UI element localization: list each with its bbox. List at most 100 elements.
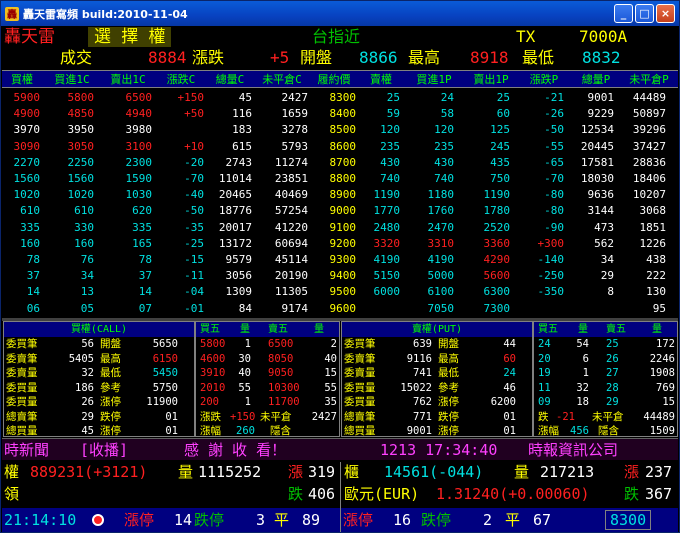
limit-down-label: 跌停 <box>194 511 225 529</box>
table-row[interactable]: 37 34 37 -11 3056 20190 9400 5150 5000 5600 -250 29… <box>2 267 678 285</box>
table-row[interactable]: 1020 1020 1030 -40 20465 40469 8900 1190 1180 119… <box>2 186 678 204</box>
table-row[interactable]: 3090 3050 3100 +10 615 5793 8600 235 235 245 -55 20… <box>2 138 678 156</box>
book-cell: 15 <box>662 396 675 408</box>
table-cell: 2470 <box>427 220 455 234</box>
table-cell: 2520 <box>483 220 511 234</box>
column-header[interactable]: 賣出1C <box>100 72 156 87</box>
stat-value: 26 <box>81 396 94 408</box>
book-cell: 4600 <box>200 352 226 365</box>
table-cell: 28836 <box>632 155 666 169</box>
table-row[interactable]: 1560 1560 1590 -70 11014 23851 8800 740 740 750 -7… <box>2 170 678 188</box>
maximize-button[interactable]: □ <box>635 4 654 23</box>
stat-label: 漲停 <box>438 396 459 408</box>
stat-value: 29 <box>81 410 94 423</box>
stat-label: 跌停 <box>438 410 459 423</box>
table-row[interactable]: 14 13 14 -04 1309 11305 9500 6000 6100 6300 -350 8 1… <box>2 283 678 301</box>
table-cell: -250 <box>537 269 565 283</box>
title-bar[interactable]: 轟 轟天雷寫頻 build:2010-11-04 _ □ × <box>1 1 679 26</box>
book-cell: 25 <box>606 338 619 350</box>
table-row[interactable]: 610 610 620 -50 18776 57254 9000 1770 1760 1780 -8… <box>2 202 678 220</box>
news-tag[interactable]: [收播] <box>80 439 128 461</box>
otc-down-count: 367 <box>645 485 673 503</box>
open-value: 8866 <box>359 48 398 67</box>
table-row[interactable]: 5900 5800 6500 +150 45 2427 8300 25 24 25 -21 9001 4… <box>2 89 678 107</box>
table-cell: 57254 <box>274 204 308 218</box>
stat-label: 委買量 <box>6 381 38 394</box>
column-header[interactable]: 未平倉C <box>256 72 308 87</box>
table-cell: -15 <box>184 253 204 266</box>
table-row[interactable]: 78 76 78 -15 9579 45114 9300 4190 4190 4290 -140 34… <box>2 251 678 269</box>
table-cell: 1020 <box>67 188 95 202</box>
table-cell: 95 <box>652 301 666 315</box>
column-header[interactable]: 總量C <box>208 72 252 87</box>
option-chain-table: 5900 5800 6500 +150 45 2427 8300 25 24 25 -21 9001 4… <box>2 89 678 317</box>
column-header[interactable]: 買進1C <box>46 72 98 87</box>
stat-row: 總買量 9001 漲停 01 <box>342 424 532 439</box>
stat-value: 01 <box>503 410 516 423</box>
book-row[interactable]: 19 1 27 1908 <box>534 366 677 381</box>
book-cell: 55 <box>324 381 337 394</box>
column-header[interactable]: 履約價 <box>312 72 356 87</box>
book-row[interactable]: 09 18 29 15 <box>534 395 677 410</box>
book-cell: 1908 <box>649 367 675 379</box>
book-row[interactable]: 20 6 26 2246 <box>534 352 677 367</box>
column-header[interactable]: 買進1P <box>406 72 462 87</box>
stat-label: 漲停 <box>100 425 121 437</box>
twse-label: 權 <box>4 463 20 481</box>
table-cell: 615 <box>232 139 252 153</box>
column-header[interactable]: 未平倉P <box>622 72 676 87</box>
stat-value: 9116 <box>406 352 432 365</box>
table-cell: 9636 <box>587 188 615 202</box>
strike-index-box[interactable]: 8300 <box>605 510 652 530</box>
column-header[interactable]: 買權 <box>2 72 42 87</box>
table-row[interactable]: 06 05 07 -01 84 9174 9600 7050 7300 95 <box>2 300 678 318</box>
table-cell: -11 <box>184 269 204 283</box>
minimize-button[interactable]: _ <box>614 4 633 23</box>
close-button[interactable]: × <box>656 4 675 23</box>
stat-row: 總賣筆 771 跌停 01 <box>342 410 532 425</box>
call-book-footer-2: 漲幅 260 隱含 <box>200 425 291 437</box>
book-row[interactable]: 2010 55 10300 55 <box>196 381 339 396</box>
otc-up-count: 237 <box>645 463 673 481</box>
put-book-footer-2: 漲幅 456 隱含 1509 <box>538 425 675 437</box>
column-header[interactable]: 總量P <box>572 72 620 87</box>
column-header[interactable]: 漲跌C <box>158 72 204 87</box>
limit-up-count: 14 <box>174 511 193 529</box>
table-cell: 3360 <box>483 236 511 250</box>
book-row[interactable]: 11 32 28 769 <box>534 381 677 396</box>
book-row[interactable]: 24 54 25 172 <box>534 337 677 352</box>
table-cell: 8700 <box>329 155 357 169</box>
otc-volume: 217213 <box>540 463 595 481</box>
column-header[interactable]: 賣出1P <box>464 72 518 87</box>
book-cell: 15 <box>324 367 337 379</box>
table-cell: 1659 <box>281 107 309 121</box>
table-cell: -25 <box>184 236 204 250</box>
table-cell: 78 <box>138 253 152 266</box>
otc-down-label: 跌 <box>624 485 640 503</box>
table-row[interactable]: 2270 2250 2300 -20 2743 11274 8700 430 430 435 -65… <box>2 154 678 172</box>
book-cell: 11700 <box>268 396 300 408</box>
put-order-book: 買五 量 賣五 量 24 54 25 172 20 6 26 2246 19 1 27 1908 11 32 28… <box>533 321 678 437</box>
table-cell: 9500 <box>329 285 357 299</box>
table-cell: 473 <box>594 220 614 234</box>
stat-label: 委賣筆 <box>344 352 376 365</box>
book-row[interactable]: 5800 1 6500 2 <box>196 337 339 352</box>
book-row[interactable]: 4600 30 8050 40 <box>196 352 339 367</box>
call-stats-panel: 買權(CALL) 委買筆 56 開盤 5650 委賣筆 5405 最高 6150 委賣量 32 最低… <box>3 321 195 437</box>
table-row[interactable]: 4900 4850 4940 +50 116 1659 8400 59 58 60 -26 9229 5… <box>2 105 678 123</box>
table-row[interactable]: 3970 3950 3980 183 3278 8500 120 120 125 -50 12534… <box>2 121 678 139</box>
table-row[interactable]: 160 160 165 -25 13172 60694 9200 3320 3310 3360 +3… <box>2 235 678 253</box>
table-cell: 435 <box>490 155 510 169</box>
book-cell: 54 <box>576 338 589 350</box>
table-cell: 160 <box>74 236 94 250</box>
table-cell: 165 <box>132 236 152 250</box>
table-row[interactable]: 335 330 335 -35 20017 41220 9100 2480 2470 2520 -9… <box>2 219 678 237</box>
stat-label: 總買量 <box>344 425 376 437</box>
select-option-button[interactable]: 選 擇 權 <box>88 27 172 47</box>
table-cell: 2743 <box>225 155 253 169</box>
book-row[interactable]: 3910 40 9050 15 <box>196 366 339 381</box>
book-row[interactable]: 200 1 11700 35 <box>196 395 339 410</box>
column-header[interactable]: 賣權 <box>358 72 404 87</box>
column-header[interactable]: 漲跌P <box>520 72 568 87</box>
table-cell: 6000 <box>373 285 401 299</box>
